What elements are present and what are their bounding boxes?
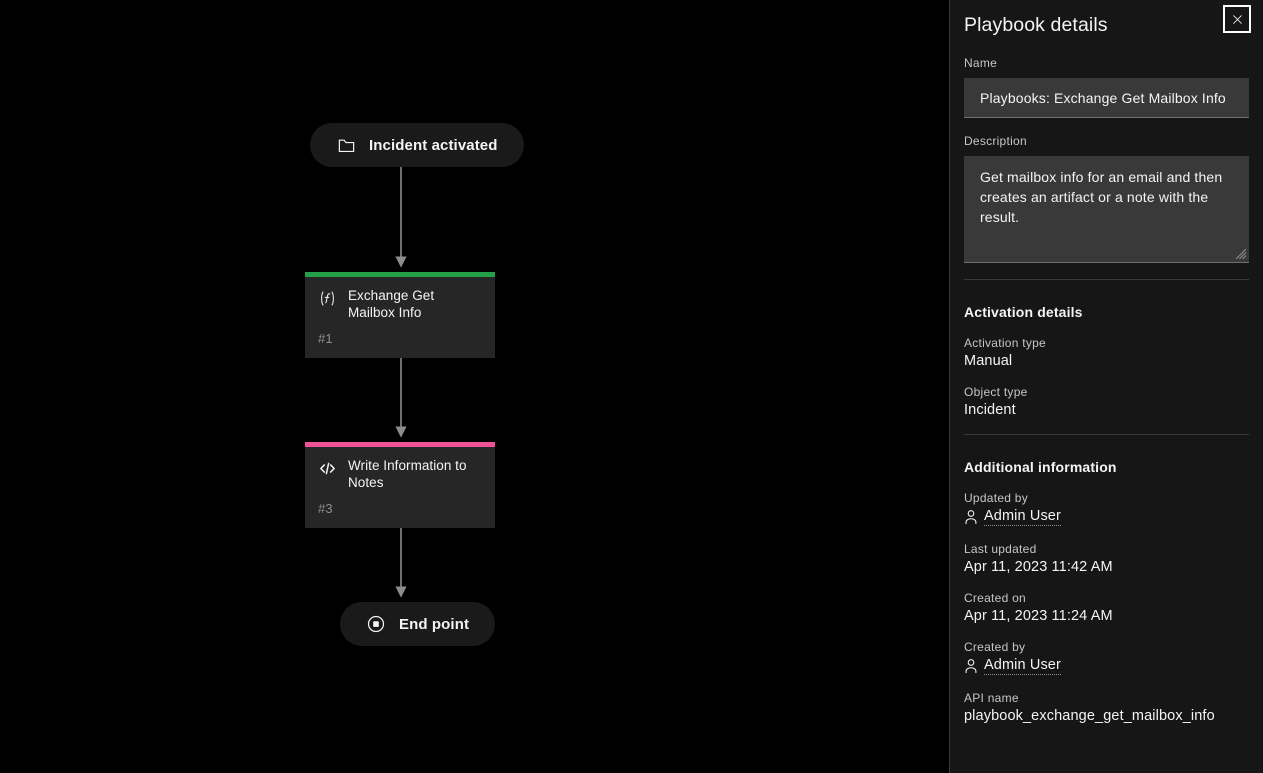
created-by-field: Created by Admin User (964, 640, 1249, 675)
activation-details-heading: Activation details (964, 304, 1083, 320)
description-textarea[interactable] (964, 156, 1249, 263)
created-on-value: Apr 11, 2023 11:24 AM (964, 608, 1113, 624)
close-icon (1232, 14, 1242, 24)
activation-type-label: Activation type (964, 336, 1046, 350)
name-field-group: Name (964, 56, 1249, 118)
created-on-field: Created on Apr 11, 2023 11:24 AM (964, 591, 1249, 624)
created-by-label: Created by (964, 640, 1026, 654)
created-on-label: Created on (964, 591, 1026, 605)
user-icon (965, 510, 977, 524)
updated-by-label: Updated by (964, 491, 1028, 505)
close-button[interactable] (1223, 5, 1251, 33)
stop-circle-icon (366, 614, 386, 634)
activation-type-field: Activation type Manual (964, 336, 1249, 369)
node-end-label: End point (399, 615, 470, 633)
node-write-information-to-notes[interactable]: Write Information to Notes #3 (305, 442, 495, 528)
playbook-details-panel: Playbook details Name Description (949, 0, 1263, 773)
workflow-canvas[interactable]: Incident activated Exchange Get Mailbox … (0, 0, 949, 773)
last-updated-field: Last updated Apr 11, 2023 11:42 AM (964, 542, 1249, 575)
node-exchange-get-mailbox-info[interactable]: Exchange Get Mailbox Info #1 (305, 272, 495, 358)
section-divider (964, 434, 1249, 435)
updated-by-field: Updated by Admin User (964, 491, 1249, 526)
name-label: Name (964, 56, 998, 70)
folder-icon (336, 135, 356, 155)
created-by-value: Admin User (984, 657, 1061, 675)
section-divider (964, 279, 1249, 280)
node-start-label: Incident activated (369, 136, 498, 154)
created-by-user-link[interactable]: Admin User (964, 657, 1249, 675)
node-title: Write Information to Notes (348, 458, 467, 490)
panel-header: Playbook details (950, 0, 1263, 56)
updated-by-user-link[interactable]: Admin User (964, 508, 1249, 526)
description-label: Description (964, 134, 1027, 148)
object-type-label: Object type (964, 385, 1028, 399)
node-title: Exchange Get Mailbox Info (348, 288, 435, 320)
additional-information-heading: Additional information (964, 459, 1117, 475)
updated-by-value: Admin User (984, 508, 1061, 526)
page-title: Playbook details (964, 14, 1108, 36)
node-index: #3 (318, 501, 333, 516)
name-input[interactable] (964, 78, 1249, 118)
object-type-field: Object type Incident (964, 385, 1249, 418)
workflow-connectors (395, 167, 407, 598)
function-icon (318, 289, 337, 308)
api-name-field: API name playbook_exchange_get_mailbox_i… (964, 691, 1249, 724)
user-icon (965, 659, 977, 673)
node-end-point[interactable]: End point (340, 602, 496, 646)
node-incident-activated[interactable]: Incident activated (310, 123, 524, 167)
description-field-group: Description (964, 134, 1249, 263)
panel-body: Name Description Activation details Acti… (950, 56, 1263, 724)
last-updated-label: Last updated (964, 542, 1037, 556)
api-name-value: playbook_exchange_get_mailbox_info (964, 708, 1215, 724)
activation-type-value: Manual (964, 353, 1013, 369)
node-index: #1 (318, 331, 333, 346)
object-type-value: Incident (964, 402, 1016, 418)
code-icon (318, 459, 337, 478)
last-updated-value: Apr 11, 2023 11:42 AM (964, 559, 1113, 575)
playbook-designer: Incident activated Exchange Get Mailbox … (0, 0, 1263, 773)
api-name-label: API name (964, 691, 1019, 705)
